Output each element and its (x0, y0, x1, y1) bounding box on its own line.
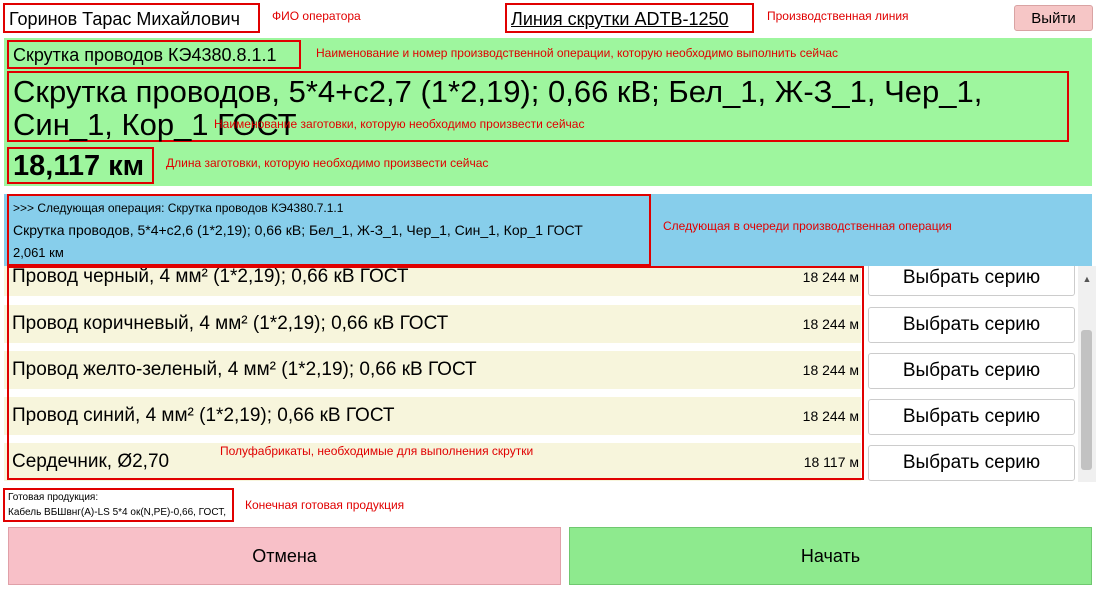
production-line-name: Линия скрутки ADTB-1250 (505, 3, 754, 33)
finished-product-box: Готовая продукция: Кабель ВБШвнг(А)-LS 5… (3, 488, 234, 522)
operator-name: Горинов Тарас Михайлович (3, 3, 260, 33)
next-operation-box: >>> Следующая операция: Скрутка проводов… (7, 194, 651, 266)
annotation-operation: Наименование и номер производственной оп… (316, 46, 839, 60)
workpiece-length: 18,117 км (7, 147, 154, 184)
finished-product-label: Готовая продукция: (8, 492, 99, 503)
select-series-button[interactable]: Выбрать серию (868, 266, 1075, 296)
start-button[interactable]: Начать (569, 527, 1092, 585)
operation-code: Скрутка проводов КЭ4380.8.1.1 (7, 40, 301, 69)
annotation-final: Конечная готовая продукция (245, 498, 405, 512)
select-series-button[interactable]: Выбрать серию (868, 445, 1075, 481)
next-operation-title: >>> Следующая операция: Скрутка проводов… (13, 201, 344, 215)
scrollbar-thumb[interactable] (1081, 330, 1092, 470)
annotation-product: Наименование заготовки, которую необходи… (214, 117, 585, 131)
annotation-next: Следующая в очереди производственная опе… (663, 219, 952, 233)
select-series-button[interactable]: Выбрать серию (868, 307, 1075, 343)
annotation-line: Производственная линия (767, 9, 909, 23)
next-operation-product: Скрутка проводов, 5*4+с2,6 (1*2,19); 0,6… (13, 222, 583, 238)
annotation-materials: Полуфабрикаты, необходимые для выполнени… (220, 444, 534, 458)
scroll-up-icon[interactable]: ▲ (1078, 274, 1096, 288)
exit-button[interactable]: Выйти (1014, 5, 1093, 31)
select-series-button[interactable]: Выбрать серию (868, 399, 1075, 435)
next-operation-length: 2,061 км (13, 245, 64, 260)
select-series-button[interactable]: Выбрать серию (868, 353, 1075, 389)
cancel-button[interactable]: Отмена (8, 527, 561, 585)
annotation-length: Длина заготовки, которую необходимо прои… (166, 156, 489, 170)
annotation-operator: ФИО оператора (272, 9, 361, 23)
finished-product-name: Кабель ВБШвнг(А)-LS 5*4 ок(N,PE)-0,66, Г… (8, 507, 226, 518)
workpiece-name: Скрутка проводов, 5*4+с2,7 (1*2,19); 0,6… (7, 71, 1069, 142)
